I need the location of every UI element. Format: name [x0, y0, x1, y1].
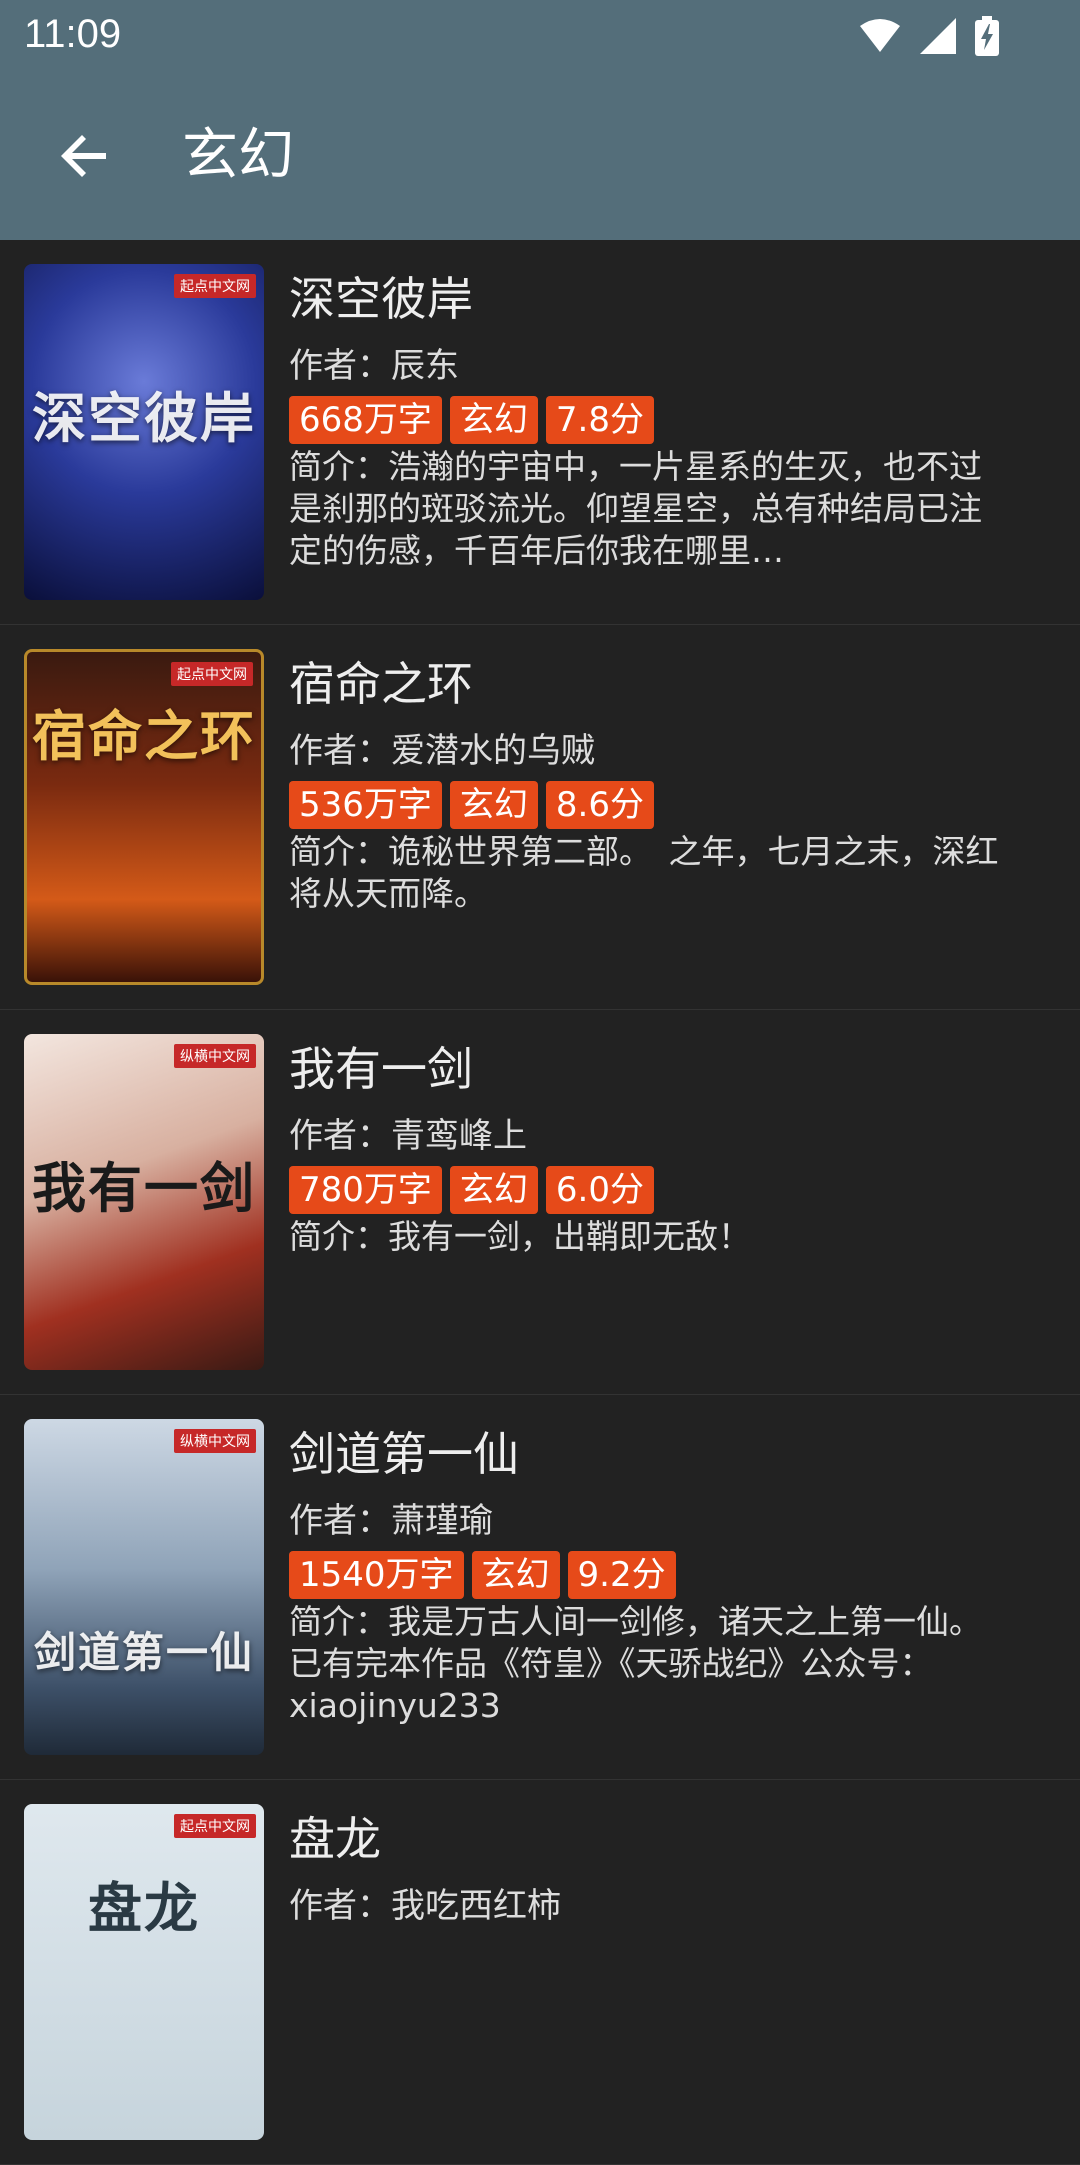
book-list[interactable]: 起点中文网 深空彼岸 深空彼岸 作者：辰东 668万字 玄幻 7.8分 简介：浩… — [0, 240, 1080, 2165]
status-time: 11:09 — [24, 12, 122, 56]
genre-badge: 玄幻 — [449, 1166, 538, 1214]
book-info: 剑道第一仙 作者：萧瑾瑜 1540万字 玄幻 9.2分 简介：我是万古人间一剑修… — [289, 1419, 1000, 1727]
book-author: 作者：青鸾峰上 — [289, 1116, 527, 1156]
status-bar: 11:09 — [0, 0, 1080, 72]
book-author: 作者：萧瑾瑜 — [289, 1501, 493, 1541]
status-icons — [858, 16, 1000, 56]
cover-publisher: 纵横中文网 — [174, 1044, 256, 1068]
signal-icon — [920, 18, 956, 54]
book-author: 作者：爱潜水的乌贼 — [289, 731, 595, 771]
book-info: 我有一剑 作者：青鸾峰上 780万字 玄幻 6.0分 简介：我有一剑，出鞘即无敌… — [289, 1034, 1000, 1258]
book-cover: 纵横中文网 我有一剑 — [24, 1034, 264, 1370]
book-cover: 纵横中文网 剑道第一仙 — [24, 1419, 264, 1755]
cover-publisher: 起点中文网 — [174, 274, 256, 298]
book-tags: 780万字 玄幻 6.0分 — [289, 1166, 1000, 1214]
book-title: 盘龙 — [289, 1812, 381, 1866]
book-cover: 起点中文网 盘龙 — [24, 1804, 264, 2140]
book-title: 剑道第一仙 — [289, 1427, 519, 1481]
book-list-item[interactable]: 起点中文网 盘龙 盘龙 作者：我吃西红柿 — [0, 1780, 1080, 2165]
app-bar: 玄幻 — [0, 72, 1080, 240]
genre-badge: 玄幻 — [471, 1551, 560, 1599]
book-list-item[interactable]: 起点中文网 宿命之环 宿命之环 作者：爱潜水的乌贼 536万字 玄幻 8.6分 … — [0, 625, 1080, 1010]
cover-title: 剑道第一仙 — [33, 1628, 254, 1677]
cover-title: 我有一剑 — [32, 1156, 256, 1220]
back-button[interactable] — [52, 124, 116, 188]
book-title: 我有一剑 — [289, 1042, 473, 1096]
book-cover: 起点中文网 深空彼岸 — [24, 264, 264, 600]
cover-publisher: 起点中文网 — [174, 1814, 256, 1838]
book-title: 宿命之环 — [289, 657, 473, 711]
book-info: 盘龙 作者：我吃西红柿 — [289, 1804, 1000, 1930]
wifi-icon — [860, 19, 900, 52]
cover-publisher: 起点中文网 — [171, 662, 253, 686]
book-title: 深空彼岸 — [289, 272, 473, 326]
word-count-badge: 1540万字 — [289, 1551, 464, 1599]
book-tags: 668万字 玄幻 7.8分 — [289, 396, 1000, 444]
score-badge: 8.6分 — [545, 781, 654, 829]
book-list-item[interactable]: 纵横中文网 剑道第一仙 剑道第一仙 作者：萧瑾瑜 1540万字 玄幻 9.2分 … — [0, 1395, 1080, 1780]
book-intro: 简介：我是万古人间一剑修，诸天之上第一仙。已有完本作品《符皇》《天骄战纪》公众号… — [289, 1602, 982, 1725]
battery-charging-icon — [975, 16, 999, 56]
score-badge: 7.8分 — [545, 396, 654, 444]
genre-badge: 玄幻 — [449, 781, 538, 829]
book-intro: 简介：浩瀚的宇宙中，一片星系的生灭，也不过是刹那的斑驳流光。仰望星空，总有种结局… — [289, 447, 982, 570]
cover-publisher: 纵横中文网 — [174, 1429, 256, 1453]
book-list-item[interactable]: 起点中文网 深空彼岸 深空彼岸 作者：辰东 668万字 玄幻 7.8分 简介：浩… — [0, 240, 1080, 625]
word-count-badge: 668万字 — [289, 396, 442, 444]
cover-title: 深空彼岸 — [32, 386, 256, 450]
book-cover: 起点中文网 宿命之环 — [24, 649, 264, 985]
page-title: 玄幻 — [182, 123, 294, 188]
cover-title: 盘龙 — [88, 1876, 200, 1940]
score-badge: 6.0分 — [545, 1166, 654, 1214]
arrow-back-icon — [61, 135, 106, 177]
word-count-badge: 536万字 — [289, 781, 442, 829]
book-info: 深空彼岸 作者：辰东 668万字 玄幻 7.8分 简介：浩瀚的宇宙中，一片星系的… — [289, 264, 1000, 572]
book-intro: 简介：我有一剑，出鞘即无敌！ — [289, 1217, 751, 1256]
cover-title: 宿命之环 — [32, 704, 256, 768]
genre-badge: 玄幻 — [449, 396, 538, 444]
book-intro: 简介：诡秘世界第二部。 之年，七月之末，深红将从天而降。 — [289, 832, 999, 913]
book-tags: 1540万字 玄幻 9.2分 — [289, 1551, 1000, 1599]
book-info: 宿命之环 作者：爱潜水的乌贼 536万字 玄幻 8.6分 简介：诡秘世界第二部。… — [289, 649, 1000, 915]
score-badge: 9.2分 — [567, 1551, 676, 1599]
book-tags: 536万字 玄幻 8.6分 — [289, 781, 1000, 829]
book-author: 作者：辰东 — [289, 346, 459, 386]
book-author: 作者：我吃西红柿 — [289, 1886, 561, 1926]
word-count-badge: 780万字 — [289, 1166, 442, 1214]
book-list-item[interactable]: 纵横中文网 我有一剑 我有一剑 作者：青鸾峰上 780万字 玄幻 6.0分 简介… — [0, 1010, 1080, 1395]
